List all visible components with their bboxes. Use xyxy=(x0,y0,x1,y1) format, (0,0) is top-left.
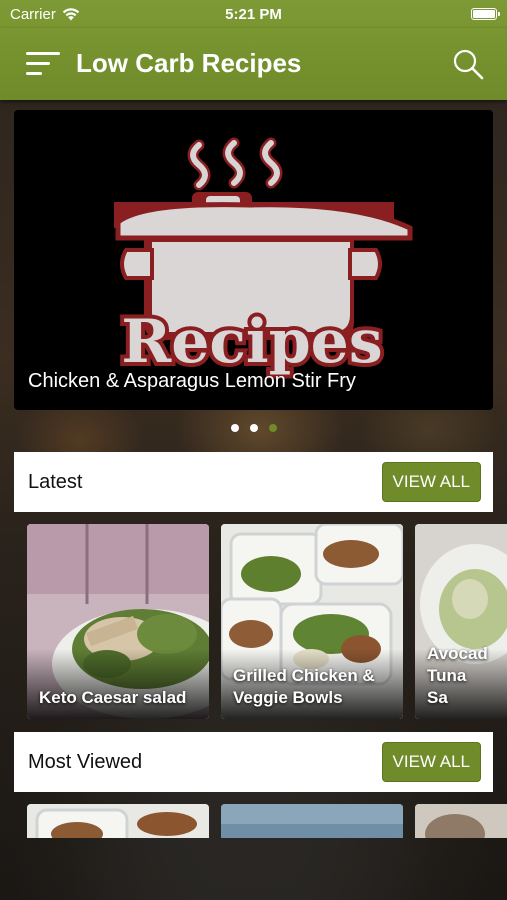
recipe-card-keto-caesar-salad[interactable]: Keto Caesar salad xyxy=(27,524,209,719)
recipe-image xyxy=(221,804,403,838)
recipe-card-title: Grilled Chicken & Veggie Bowls xyxy=(233,666,375,707)
pager-dot[interactable] xyxy=(249,424,258,432)
recipe-card[interactable] xyxy=(221,804,403,838)
section-title-most-viewed: Most Viewed xyxy=(28,750,143,773)
recipe-card-avocado-tuna-salad[interactable]: Avocad Tuna Sa xyxy=(415,524,507,719)
recipe-card[interactable] xyxy=(415,804,507,838)
recipes-pot-logo: Recipes Recipes xyxy=(114,137,413,381)
status-bar: Carrier 5:21 PM xyxy=(0,0,507,28)
wifi-icon xyxy=(62,7,80,20)
slider-pager xyxy=(0,424,507,432)
view-all-most-viewed-button[interactable]: VIEW ALL xyxy=(381,742,481,782)
app-header: Low Carb Recipes xyxy=(0,28,507,100)
view-all-latest-button[interactable]: VIEW ALL xyxy=(381,462,481,502)
recipe-card[interactable] xyxy=(27,804,209,838)
most-viewed-section-header: Most Viewed VIEW ALL xyxy=(14,732,493,792)
featured-recipe-title: Chicken & Asparagus Lemon Stir Fry xyxy=(28,370,356,392)
latest-section-header: Latest VIEW ALL xyxy=(14,452,493,512)
hamburger-menu-icon[interactable] xyxy=(26,52,60,76)
most-viewed-carousel[interactable] xyxy=(0,804,507,838)
pager-dot-active[interactable] xyxy=(268,424,277,432)
svg-text:Recipes: Recipes xyxy=(121,307,382,377)
featured-recipe-slide[interactable]: Recipes Recipes Chicken & Asparagus Lemo… xyxy=(14,110,493,410)
recipe-card-title: Avocad Tuna Sa xyxy=(427,644,488,707)
recipe-card-title: Keto Caesar salad xyxy=(39,688,187,707)
search-icon[interactable] xyxy=(452,48,484,80)
carrier-label: Carrier xyxy=(10,5,56,23)
recipe-card-grilled-chicken-veggie-bowls[interactable]: Grilled Chicken & Veggie Bowls xyxy=(221,524,403,719)
section-title-latest: Latest xyxy=(28,470,83,493)
latest-recipes-carousel[interactable]: Keto Caesar salad Grilled Chicken & Vegg… xyxy=(0,524,507,720)
battery-icon xyxy=(471,8,500,20)
app-title: Low Carb Recipes xyxy=(76,48,302,78)
recipe-image xyxy=(27,804,209,838)
recipe-image xyxy=(415,804,507,838)
pager-dot[interactable] xyxy=(230,424,239,432)
